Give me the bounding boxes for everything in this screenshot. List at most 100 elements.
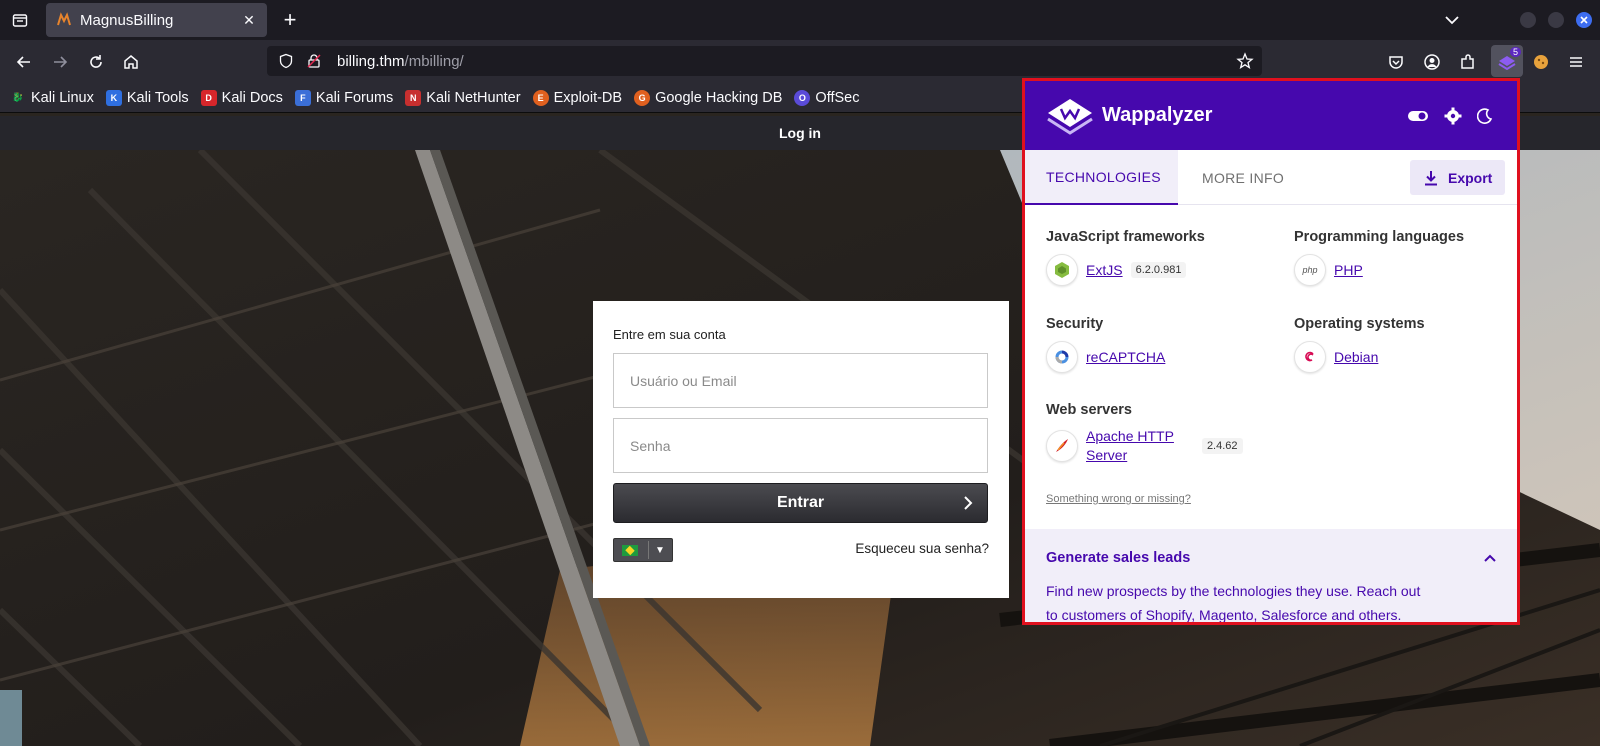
forward-icon[interactable] [47, 49, 73, 75]
bookmark-kali-linux[interactable]: 🐉 Kali Linux [10, 89, 94, 106]
navigation-toolbar: billing.thm/mbilling/ 5 [0, 40, 1600, 83]
chevron-right-icon [964, 496, 973, 510]
menu-icon[interactable] [1565, 51, 1587, 73]
bookmark-label: Kali Linux [31, 89, 94, 106]
tech-link-recaptcha[interactable]: reCAPTCHA [1086, 349, 1165, 365]
download-icon [1425, 170, 1437, 185]
something-wrong-link[interactable]: Something wrong or missing? [1046, 493, 1191, 505]
bookmark-exploit-db[interactable]: E Exploit-DB [532, 89, 623, 106]
wappalyzer-header: Wappalyzer [1025, 81, 1517, 150]
bookmark-label: Kali Tools [126, 89, 189, 106]
category-operating-systems: Operating systems Debian [1294, 316, 1425, 373]
technologies-list: JavaScript frameworks ExtJS 6.2.0.981 Pr… [1025, 205, 1517, 526]
close-tab-icon[interactable]: ✕ [241, 12, 257, 28]
category-title: Programming languages [1294, 229, 1465, 245]
category-web-servers: Web servers Apache HTTP Server 2.4.62 [1046, 402, 1243, 465]
toggle-icon[interactable] [1407, 105, 1429, 127]
nethunter-icon: N [405, 89, 422, 106]
tech-link-extjs[interactable]: ExtJS [1086, 262, 1123, 278]
recaptcha-icon [1046, 341, 1078, 373]
tech-name-line: Apache HTTP [1086, 428, 1174, 444]
tech-link-php[interactable]: PHP [1334, 262, 1363, 278]
settings-gear-icon[interactable] [1442, 105, 1464, 127]
extensions-icon[interactable] [1457, 51, 1479, 73]
category-programming-languages: Programming languages php PHP [1294, 229, 1464, 286]
url-path: /mbilling/ [404, 52, 464, 70]
category-title: Security [1046, 316, 1104, 332]
wappalyzer-extension-button[interactable]: 5 [1491, 45, 1523, 77]
close-window-button[interactable] [1576, 12, 1592, 28]
exploit-db-icon: E [532, 89, 549, 106]
bookmark-label: OffSec [815, 89, 860, 106]
cookie-extension-icon[interactable] [1530, 51, 1552, 73]
pocket-icon[interactable] [1385, 51, 1407, 73]
tech-recaptcha: reCAPTCHA [1046, 341, 1165, 373]
chevron-down-icon[interactable] [1442, 10, 1462, 30]
tab-list-icon[interactable] [8, 8, 32, 32]
username-input[interactable] [630, 372, 987, 389]
login-title: Entre em sua conta [613, 327, 726, 342]
bookmark-offsec[interactable]: O OffSec [794, 89, 860, 106]
wappalyzer-logo-icon [1047, 98, 1093, 135]
browser-tab[interactable]: MagnusBilling ✕ [46, 3, 267, 37]
brazil-flag-icon [622, 544, 638, 556]
username-field[interactable] [613, 353, 988, 408]
leads-title[interactable]: Generate sales leads [1046, 550, 1496, 566]
wappalyzer-popup: Wappalyzer TECHNOLOGIES MORE INFO Export… [1022, 78, 1520, 625]
shield-icon[interactable] [277, 52, 295, 70]
export-button[interactable]: Export [1410, 160, 1505, 195]
bookmark-kali-docs[interactable]: D Kali Docs [200, 89, 283, 106]
tech-link-debian[interactable]: Debian [1334, 349, 1378, 365]
reload-icon[interactable] [83, 49, 109, 75]
language-select[interactable]: ▼ [613, 538, 673, 562]
account-icon[interactable] [1421, 51, 1443, 73]
bookmark-label: Google Hacking DB [655, 89, 783, 106]
kali-dragon-icon: 🐉 [12, 92, 24, 102]
login-submit-button[interactable]: Entrar [613, 483, 988, 523]
offsec-icon: O [794, 89, 811, 106]
back-icon[interactable] [11, 49, 37, 75]
bookmark-label: Exploit-DB [553, 89, 623, 106]
bookmark-star-icon[interactable] [1236, 52, 1254, 70]
page-title: Log in [779, 125, 821, 141]
dark-mode-moon-icon[interactable] [1474, 105, 1496, 127]
kali-docs-icon: D [200, 89, 217, 106]
wappalyzer-title: Wappalyzer [1102, 104, 1213, 126]
insecure-lock-icon[interactable] [305, 52, 323, 70]
bookmark-label: Kali NetHunter [426, 89, 521, 106]
tab-more-info[interactable]: MORE INFO [1178, 150, 1284, 205]
login-submit-label: Entrar [776, 494, 825, 511]
tech-extjs: ExtJS 6.2.0.981 [1046, 254, 1205, 286]
magnusbilling-favicon [57, 12, 71, 26]
bookmark-label: Kali Docs [221, 89, 283, 106]
password-input[interactable] [630, 437, 987, 454]
php-icon: php [1294, 254, 1326, 286]
bookmark-kali-tools[interactable]: K Kali Tools [105, 89, 189, 106]
new-tab-icon[interactable]: + [278, 7, 302, 32]
tab-strip: MagnusBilling ✕ + [0, 0, 1600, 40]
tech-version: 6.2.0.981 [1130, 262, 1187, 278]
sales-leads-panel: Generate sales leads Find new prospects … [1025, 529, 1517, 622]
bookmark-kali-nethunter[interactable]: N Kali NetHunter [405, 89, 521, 106]
chevron-up-icon[interactable] [1483, 553, 1497, 563]
minimize-button[interactable] [1520, 12, 1536, 28]
bookmark-google-hacking-db[interactable]: G Google Hacking DB [634, 89, 783, 106]
home-icon[interactable] [118, 49, 144, 75]
bookmark-kali-forums[interactable]: F Kali Forums [294, 89, 394, 106]
caret-down-icon: ▼ [655, 544, 665, 556]
category-security: Security reCAPTCHA [1046, 316, 1165, 373]
url-bar[interactable]: billing.thm/mbilling/ [267, 46, 1262, 76]
maximize-button[interactable] [1548, 12, 1564, 28]
forgot-password-link[interactable]: Esqueceu sua senha? [855, 541, 989, 556]
tech-name-line: Server [1086, 447, 1128, 463]
tab-title: MagnusBilling [80, 11, 174, 29]
password-field[interactable] [613, 418, 988, 473]
login-form: Entre em sua conta Entrar ▼ Esqueceu sua… [593, 301, 1009, 598]
bookmark-label: Kali Forums [315, 89, 394, 106]
wappalyzer-tabs: TECHNOLOGIES MORE INFO Export [1025, 150, 1517, 205]
tech-php: php PHP [1294, 254, 1464, 286]
tech-apache: Apache HTTP Server 2.4.62 [1046, 427, 1243, 465]
tech-link-apache[interactable]: Apache HTTP Server [1086, 427, 1174, 465]
category-title: Web servers [1046, 402, 1132, 418]
tab-technologies[interactable]: TECHNOLOGIES [1025, 150, 1178, 205]
